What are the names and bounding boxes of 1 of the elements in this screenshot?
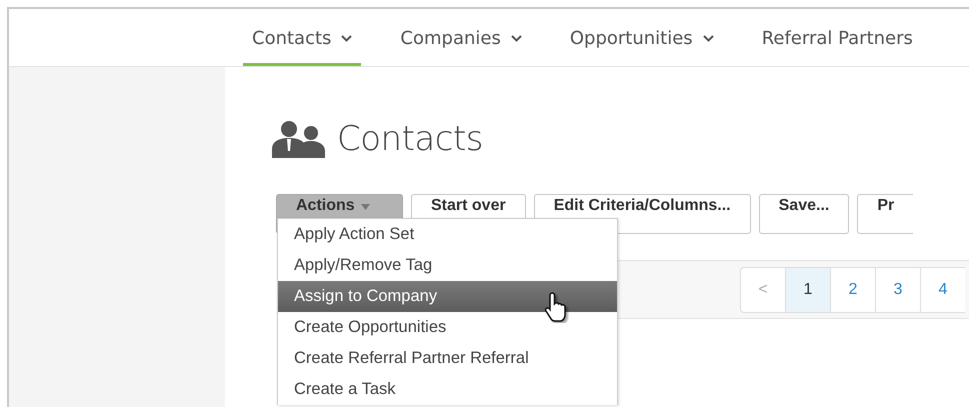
- page-title: Contacts: [337, 119, 483, 159]
